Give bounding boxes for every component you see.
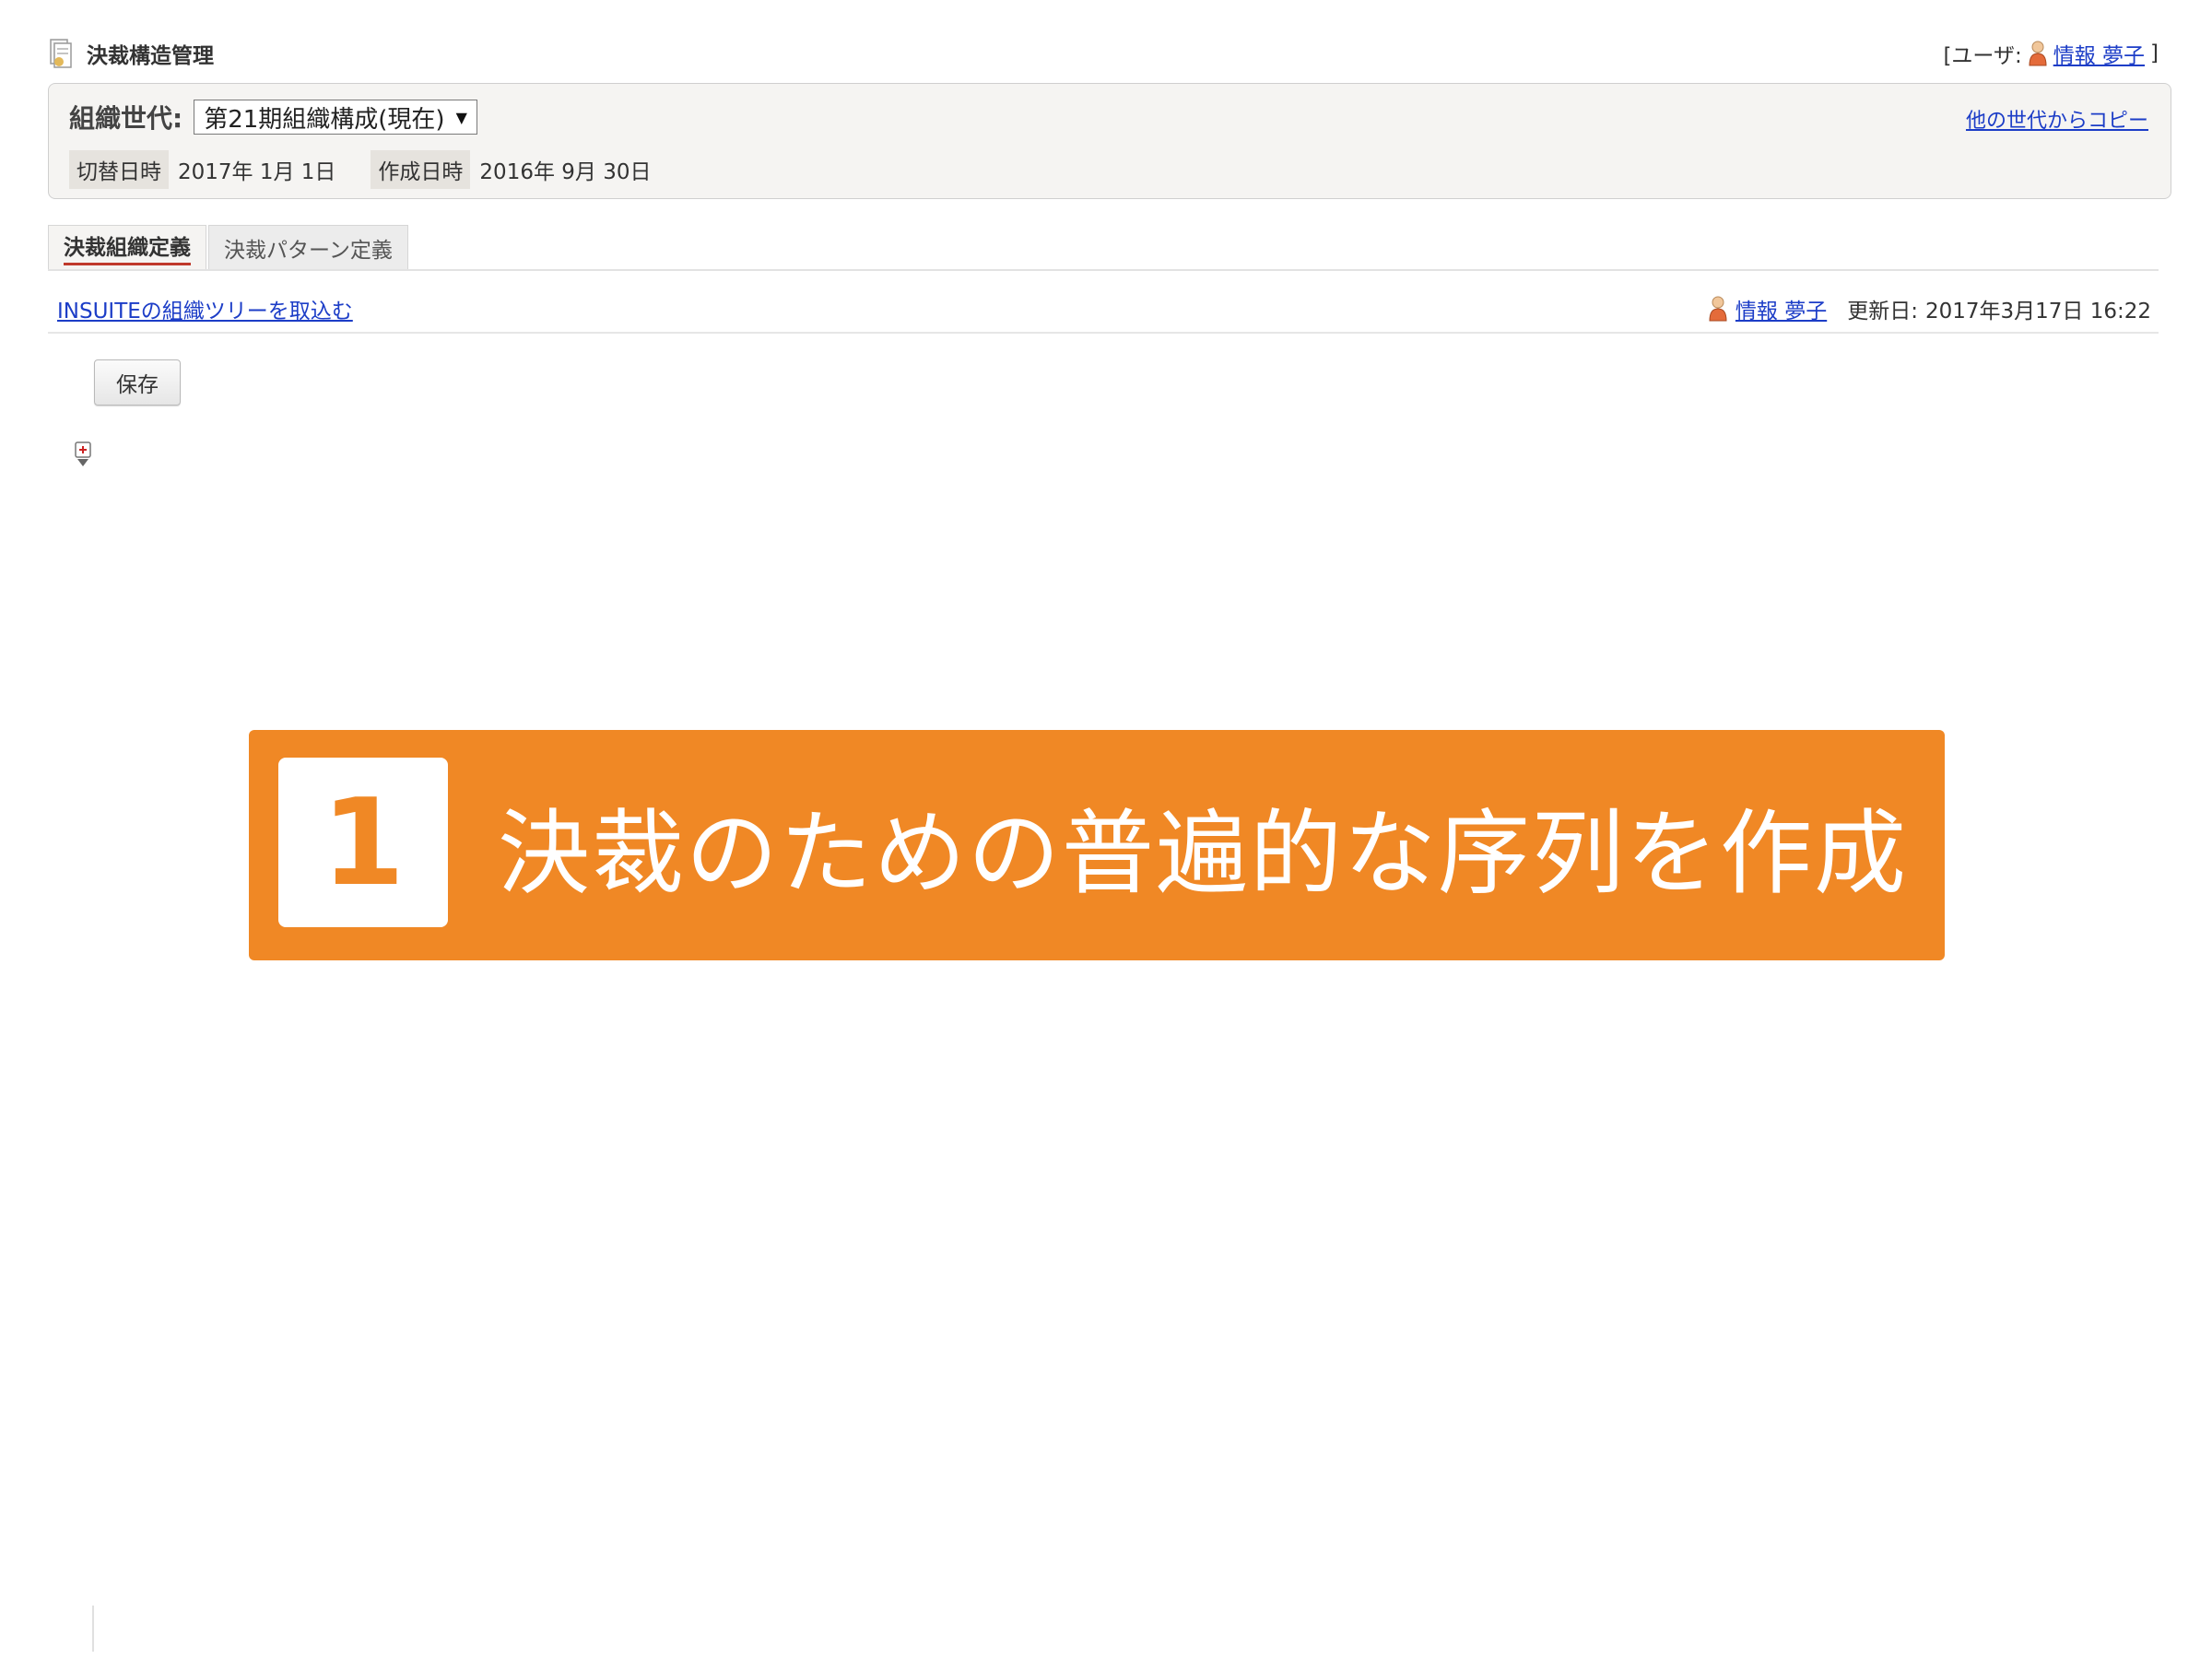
generation-label: 組織世代: <box>69 103 183 134</box>
page: 決裁構造管理 [ユーザ: 情報 夢子 ] 組織世代: 第21期組織構成(現在) … <box>0 0 2212 1659</box>
caret-down-icon: ▼ <box>455 108 467 126</box>
generation-selector-row: 組織世代: 第21期組織構成(現在) ▼ <box>69 99 477 135</box>
tab-approval-pattern[interactable]: 決裁パターン定義 <box>208 225 408 269</box>
generation-select[interactable]: 第21期組織構成(現在) ▼ <box>194 100 477 135</box>
copy-from-generation-link[interactable]: 他の世代からコピー <box>1966 104 2148 134</box>
user-prefix: [ユーザ: <box>1943 44 2022 68</box>
banner-text: 決裁のための普遍的な序列を作成 <box>498 799 1908 908</box>
generation-panel: 組織世代: 第21期組織構成(現在) ▼ 他の世代からコピー 切替日時 2017… <box>48 83 2171 199</box>
updater-name-link[interactable]: 情報 夢子 <box>1735 293 1827 324</box>
updated-label: 更新日: <box>1847 300 1918 324</box>
generation-selected-value: 第21期組織構成(現在) <box>204 105 445 134</box>
tab-label: 決裁パターン定義 <box>224 238 393 263</box>
switch-date-label: 切替日時 <box>69 150 169 189</box>
updated-value: 2017年3月17日 16:22 <box>1924 300 2151 324</box>
step-number-box: 1 <box>278 758 448 927</box>
import-org-tree-link[interactable]: INSUITEの組織ツリーを取込む <box>57 293 353 324</box>
created-date-label: 作成日時 <box>371 150 471 189</box>
page-title: 決裁構造管理 <box>87 44 214 68</box>
save-button[interactable]: 保存 <box>94 359 181 406</box>
step-banner: 1 決裁のための普遍的な序列を作成 <box>249 730 1945 960</box>
tree-expand-icon[interactable] <box>74 441 94 468</box>
tab-bar: 決裁組織定義 決裁パターン定義 <box>48 223 2159 271</box>
user-suffix: ] <box>2150 41 2159 65</box>
document-icon <box>48 38 74 69</box>
step-number: 1 <box>321 772 406 912</box>
app-header: 決裁構造管理 [ユーザ: 情報 夢子 ] <box>48 35 2159 72</box>
switch-date-value: 2017年 1月 1日 <box>178 160 336 184</box>
tab-label: 決裁組織定義 <box>64 229 191 265</box>
person-icon <box>2028 40 2048 67</box>
info-row: INSUITEの組織ツリーを取込む 情報 夢子 更新日: 2017年3月17日 … <box>48 286 2159 334</box>
app-title: 決裁構造管理 <box>48 38 214 69</box>
update-info: 情報 夢子 更新日: 2017年3月17日 16:22 <box>1708 293 2151 324</box>
user-name-link[interactable]: 情報 夢子 <box>2053 38 2145 69</box>
generation-dates: 切替日時 2017年 1月 1日 作成日時 2016年 9月 30日 <box>69 150 686 189</box>
person-icon <box>1708 295 1728 323</box>
created-date-value: 2016年 9月 30日 <box>479 160 652 184</box>
tab-approval-organization[interactable]: 決裁組織定義 <box>48 225 206 269</box>
divider <box>92 1606 94 1652</box>
user-info: [ユーザ: 情報 夢子 ] <box>1943 38 2159 69</box>
